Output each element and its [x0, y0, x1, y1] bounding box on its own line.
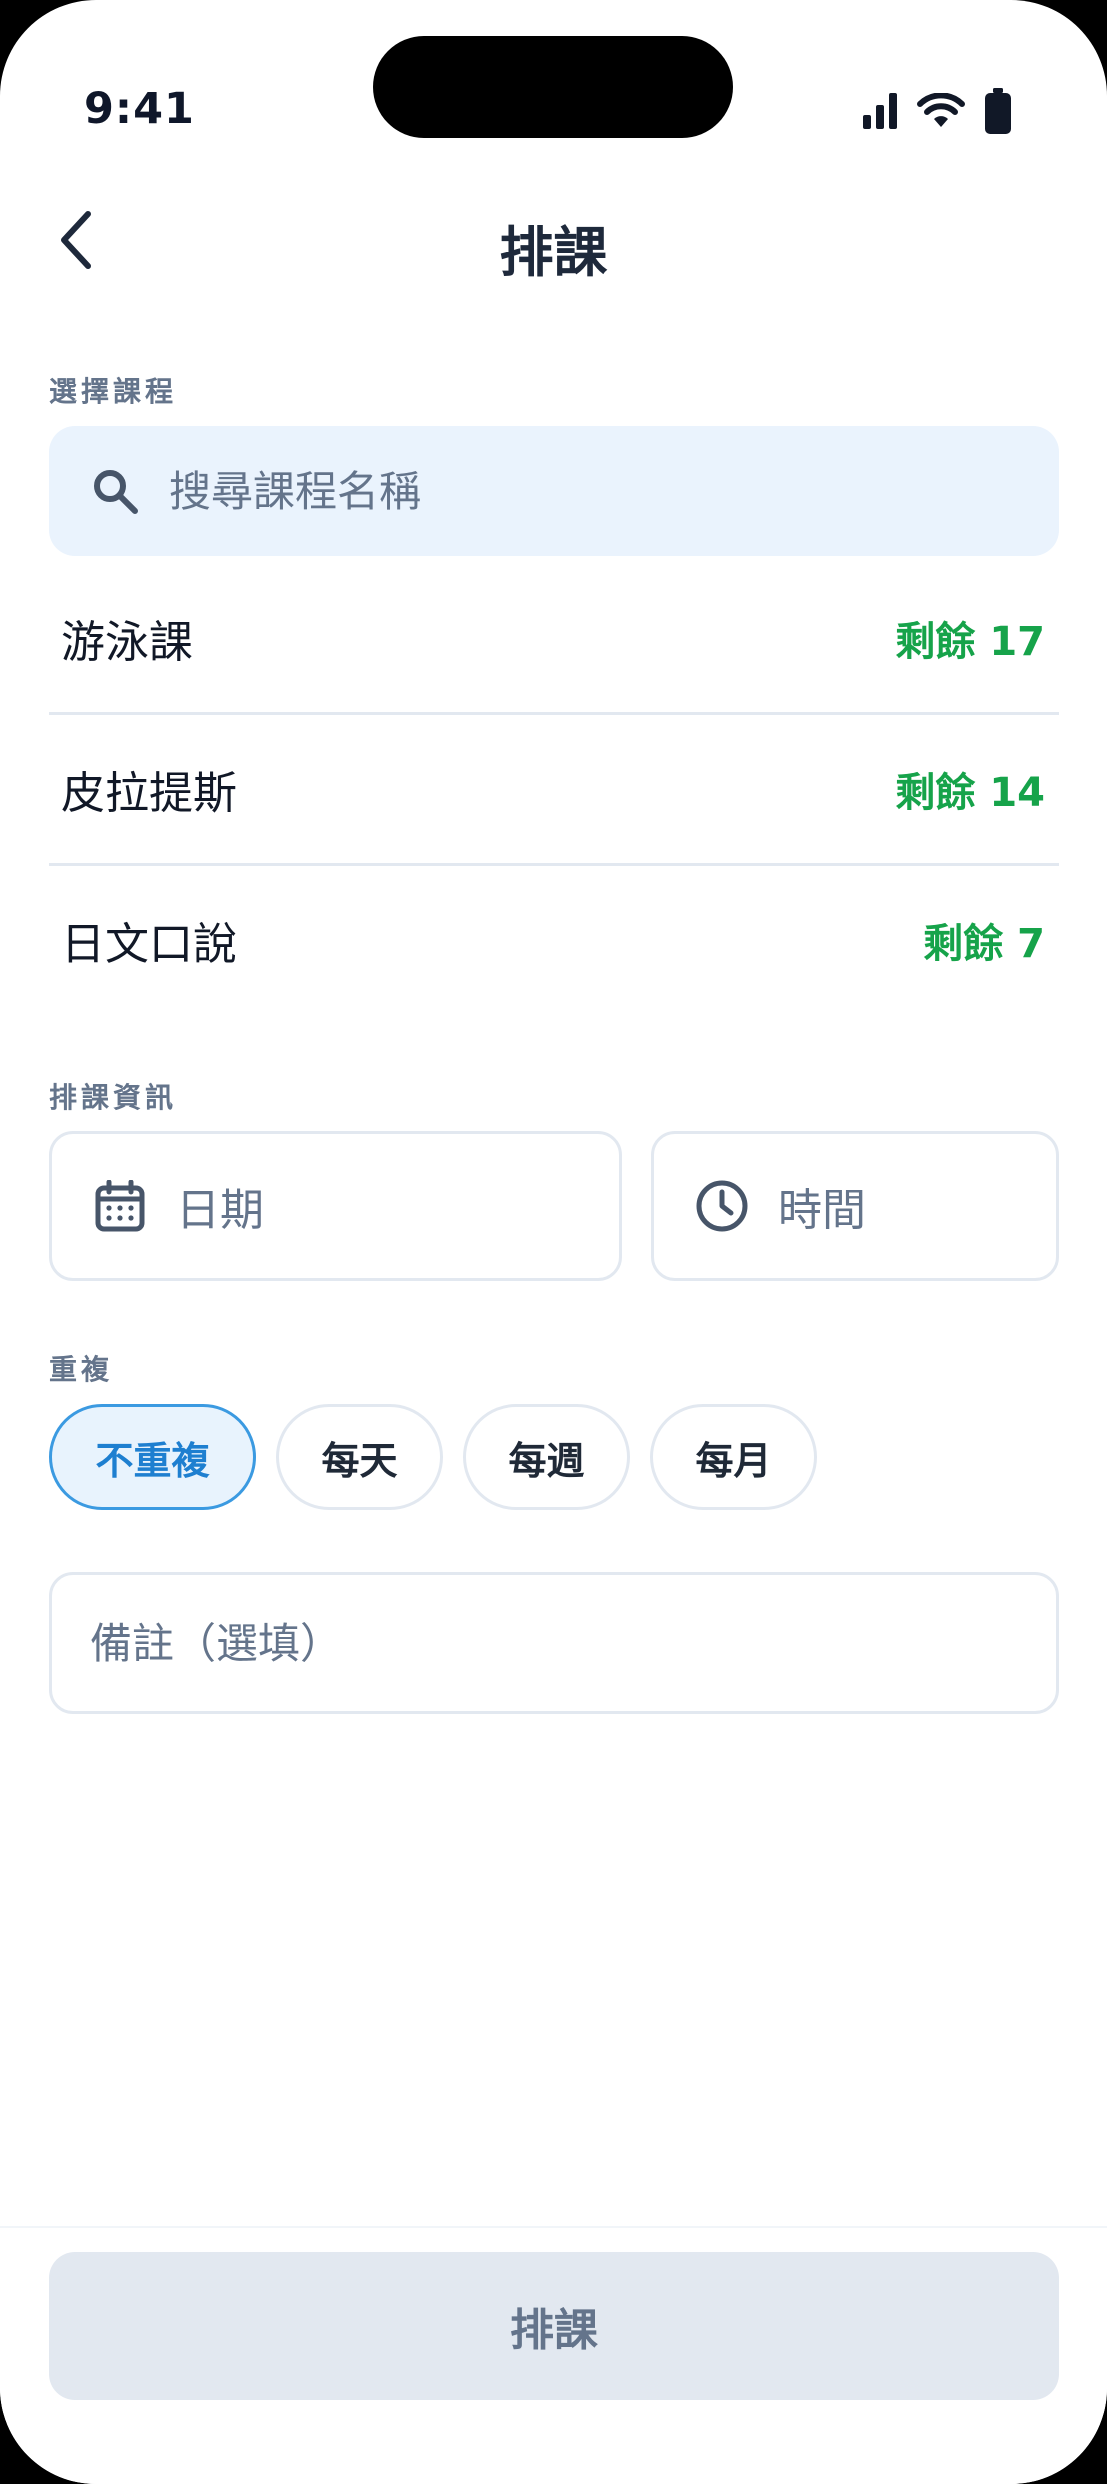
- repeat-section-label: 重複: [49, 1353, 114, 1386]
- phone-screen: 9:41 排課 選擇課程 搜尋課程名稱 游泳課 剩餘 17 皮拉提斯 剩餘 14…: [0, 0, 1107, 2484]
- clock-icon: [692, 1176, 752, 1236]
- dynamic-island: [373, 36, 733, 138]
- signal-icon: [863, 93, 897, 129]
- course-remaining: 剩餘 14: [895, 770, 1045, 816]
- course-remaining: 剩餘 17: [895, 619, 1045, 665]
- course-section-label: 選擇課程: [49, 375, 178, 408]
- battery-icon: [985, 88, 1011, 134]
- repeat-option-monthly[interactable]: 每月: [650, 1404, 817, 1510]
- repeat-option-none[interactable]: 不重複: [49, 1404, 256, 1510]
- repeat-options: 不重複 每天 每週 每月: [49, 1404, 817, 1510]
- course-search-input[interactable]: [167, 465, 991, 517]
- schedule-submit-button[interactable]: 排課: [49, 2252, 1059, 2400]
- schedule-section-label: 排課資訊: [49, 1081, 178, 1114]
- repeat-option-daily[interactable]: 每天: [276, 1404, 443, 1510]
- course-item[interactable]: 皮拉提斯 剩餘 14: [49, 715, 1059, 866]
- note-field[interactable]: [49, 1572, 1059, 1714]
- repeat-option-weekly[interactable]: 每週: [463, 1404, 630, 1510]
- calendar-icon: [90, 1176, 150, 1236]
- search-icon: [87, 463, 143, 519]
- status-time: 9:41: [84, 84, 195, 134]
- time-label: 時間: [778, 1185, 866, 1236]
- date-picker-field[interactable]: 日期: [49, 1131, 622, 1281]
- course-item[interactable]: 游泳課 剩餘 17: [49, 564, 1059, 715]
- course-search-box[interactable]: [49, 426, 1059, 556]
- note-input[interactable]: [88, 1617, 1022, 1669]
- course-name: 日文口說: [61, 919, 237, 970]
- time-picker-field[interactable]: 時間: [651, 1131, 1059, 1281]
- date-label: 日期: [176, 1185, 264, 1236]
- nav-bar: 排課: [0, 200, 1107, 284]
- course-item[interactable]: 日文口說 剩餘 7: [49, 866, 1059, 1014]
- status-icons: [863, 86, 1011, 136]
- page-title: 排課: [499, 221, 608, 284]
- course-name: 游泳課: [61, 617, 193, 668]
- course-remaining: 剩餘 7: [923, 921, 1045, 967]
- wifi-icon: [917, 93, 965, 127]
- course-name: 皮拉提斯: [61, 768, 237, 819]
- bottom-action-bar: 排課: [0, 2226, 1107, 2484]
- course-list: 游泳課 剩餘 17 皮拉提斯 剩餘 14 日文口說 剩餘 7: [49, 564, 1059, 1014]
